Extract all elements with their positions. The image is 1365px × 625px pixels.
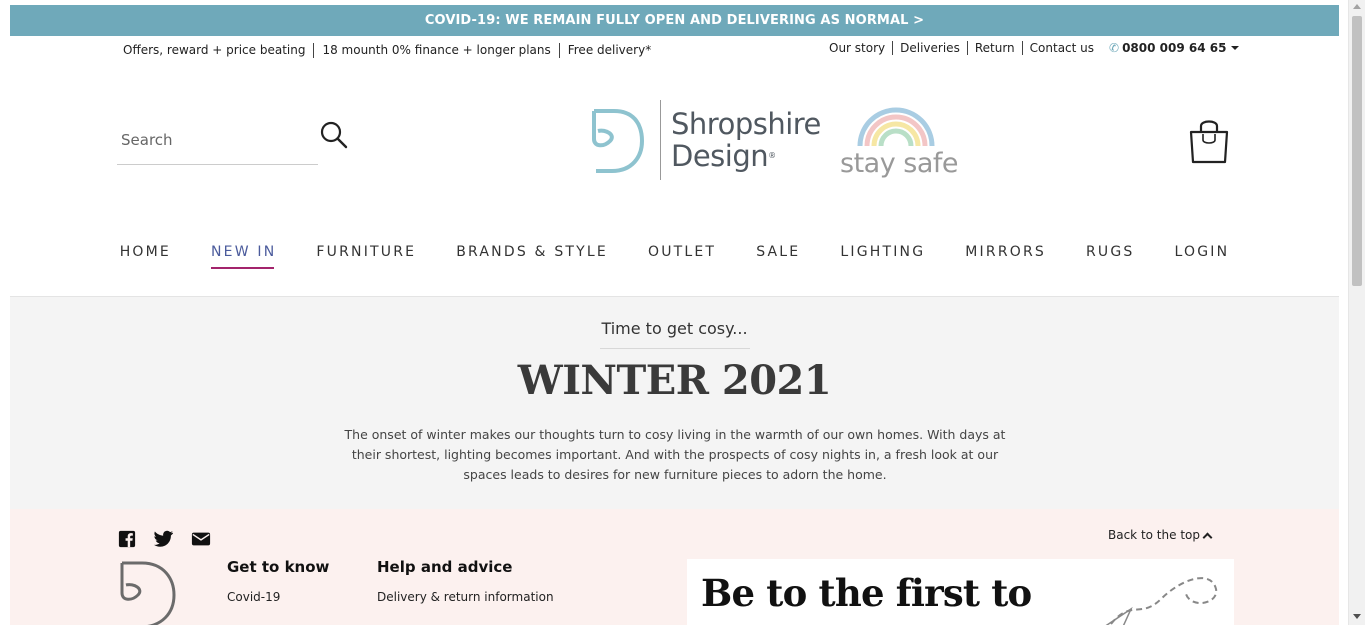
logo-wordmark: Shropshire Design®: [671, 108, 821, 172]
phone-number: 0800 009 64 65: [1122, 41, 1227, 55]
logo-line2: Design: [671, 139, 769, 173]
shropshire-design-logo[interactable]: Shropshire Design®: [584, 100, 821, 180]
chevron-down-icon: [1231, 46, 1240, 50]
free-delivery-link[interactable]: Free delivery*: [558, 43, 659, 58]
back-to-top-link[interactable]: Back to the top: [1108, 528, 1213, 542]
footer-col1-heading: Get to know: [227, 558, 330, 576]
footer-col2-heading: Help and advice: [377, 558, 513, 576]
nav-lighting[interactable]: LIGHTING: [820, 243, 945, 261]
nav-new-in[interactable]: NEW IN: [191, 243, 296, 269]
covid-announcement-bar[interactable]: COVID-19: WE REMAIN FULLY OPEN AND DELIV…: [10, 5, 1339, 36]
registered-mark: ®: [768, 151, 776, 160]
hero-body-text: The onset of winter makes our thoughts t…: [344, 427, 1006, 482]
stay-safe-text: stay safe: [840, 148, 959, 179]
our-story-link[interactable]: Our story: [829, 41, 892, 55]
back-to-top-label: Back to the top: [1108, 528, 1200, 542]
social-links: [117, 530, 211, 548]
promo-title: Be to the first to: [701, 571, 1032, 615]
phone-icon: ✆: [1109, 41, 1120, 55]
deliveries-link[interactable]: Deliveries: [892, 41, 967, 55]
nav-furniture[interactable]: FURNITURE: [296, 243, 436, 261]
newsletter-promo: Be to the first to: [687, 559, 1234, 625]
nav-mirrors[interactable]: MIRRORS: [945, 243, 1066, 261]
delivery-return-link[interactable]: Delivery & return information: [377, 590, 554, 604]
hero-section: Time to get cosy... WINTER 2021 The onse…: [10, 297, 1339, 509]
chevron-up-icon: [1202, 532, 1213, 542]
covid-link[interactable]: Covid-19: [227, 590, 329, 604]
contact-us-link[interactable]: Contact us: [1021, 41, 1101, 55]
nav-outlet[interactable]: OUTLET: [628, 243, 736, 261]
page-frame: [0, 0, 10, 625]
twitter-icon[interactable]: [154, 530, 174, 548]
paper-plane-icon: [1105, 577, 1218, 625]
return-link[interactable]: Return: [966, 41, 1022, 55]
main-navigation: HOME NEW IN FURNITURE BRANDS & STYLE OUT…: [0, 243, 1349, 269]
footer-logo-mark-icon: [120, 561, 176, 625]
nav-home[interactable]: HOME: [100, 243, 191, 261]
logo-divider: [660, 100, 661, 180]
finance-link[interactable]: 18 mounth 0% finance + longer plans: [313, 43, 558, 58]
logo-mark-icon: [592, 109, 645, 173]
footer: Back to the top Get to know Covid-19 Hel…: [10, 509, 1339, 625]
search-input[interactable]: [117, 118, 307, 162]
hero-title: WINTER 2021: [517, 357, 832, 404]
scroll-up-icon[interactable]: [1353, 4, 1361, 9]
nav-brands-style[interactable]: BRANDS & STYLE: [436, 243, 628, 261]
phone-dropdown[interactable]: ✆ 0800 009 64 65: [1109, 41, 1240, 55]
nav-sale[interactable]: SALE: [736, 243, 820, 261]
nav-login[interactable]: LOGIN: [1155, 243, 1250, 261]
email-icon[interactable]: [191, 530, 211, 548]
footer-col-get-to-know: Get to know Covid-19: [227, 558, 329, 604]
vertical-scrollbar[interactable]: [1348, 0, 1365, 625]
utility-links-left: Offers, reward + price beating 18 mounth…: [123, 43, 659, 58]
facebook-icon[interactable]: [117, 530, 137, 548]
scrollbar-thumb[interactable]: [1352, 16, 1362, 286]
shopping-bag-icon[interactable]: [1187, 118, 1231, 164]
utility-links-right: Our story Deliveries Return Contact us ✆…: [829, 41, 1240, 55]
hero-kicker-divider: [600, 348, 750, 349]
search-icon[interactable]: [319, 120, 349, 150]
offers-link[interactable]: Offers, reward + price beating: [123, 43, 313, 58]
search-box: [117, 118, 318, 165]
nav-rugs[interactable]: RUGS: [1066, 243, 1155, 261]
logo-line1: Shropshire: [671, 107, 821, 141]
footer-col-help-advice: Help and advice Delivery & return inform…: [377, 558, 554, 604]
hero-kicker: Time to get cosy...: [601, 319, 748, 338]
scroll-down-icon[interactable]: [1353, 614, 1361, 619]
